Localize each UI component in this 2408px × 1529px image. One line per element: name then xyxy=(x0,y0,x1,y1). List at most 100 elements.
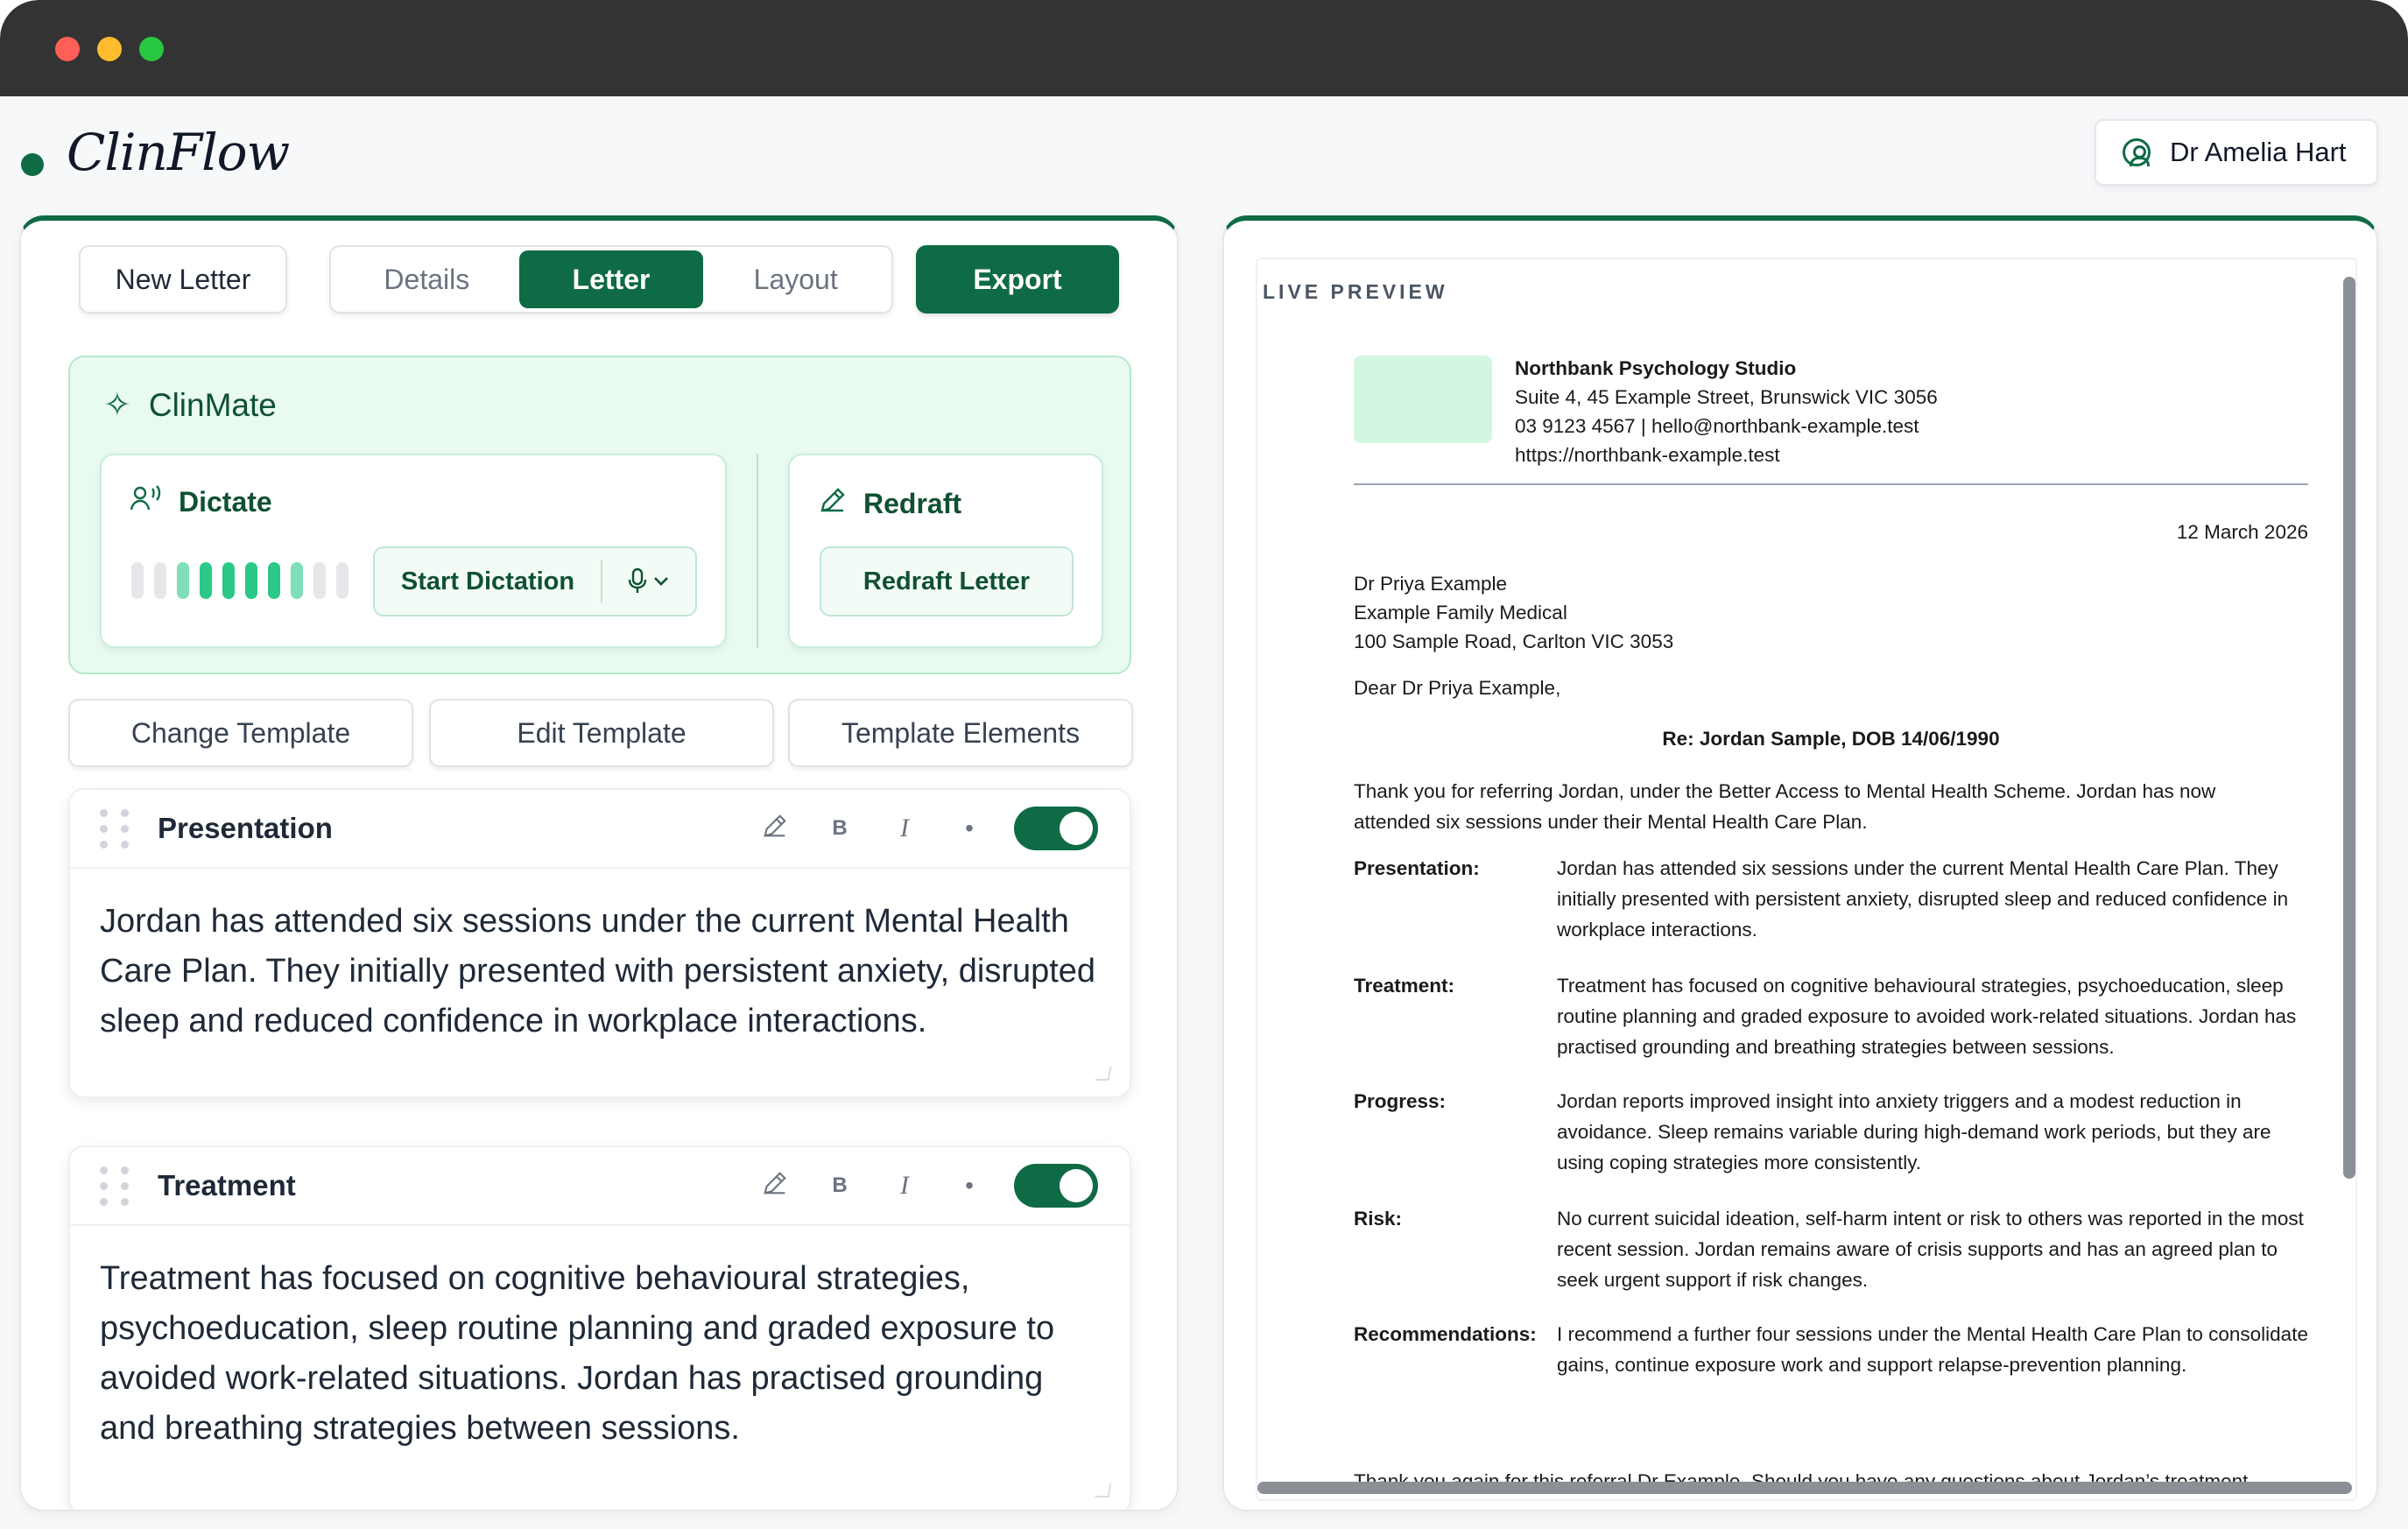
recipient-address: Dr Priya Example Example Family Medical … xyxy=(1354,569,1673,656)
section-text-editor[interactable]: Treatment has focused on cognitive behav… xyxy=(70,1226,1130,1454)
redraft-card: Redraft Redraft Letter xyxy=(788,454,1103,648)
letterhead: Northbank Psychology Studio Suite 4, 45 … xyxy=(1515,354,1938,469)
user-menu-button[interactable]: Dr Amelia Hart xyxy=(2095,119,2378,186)
org-name: Northbank Psychology Studio xyxy=(1515,357,1797,379)
new-letter-button[interactable]: New Letter xyxy=(79,245,287,314)
section-title: Treatment xyxy=(158,1169,296,1201)
org-contact: 03 9123 4567 | hello@northbank-example.t… xyxy=(1515,415,1919,437)
letterhead-logo-placeholder xyxy=(1354,356,1492,443)
bold-button[interactable]: B xyxy=(807,1173,872,1198)
dictate-title: Dictate xyxy=(179,485,272,518)
chevron-down-icon xyxy=(654,577,668,586)
letter-date: 12 March 2026 xyxy=(2176,521,2308,543)
letter-preview: LIVE PREVIEW Northbank Psychology Studio… xyxy=(1256,257,2357,1501)
microphone-dropdown[interactable] xyxy=(602,567,695,595)
italic-button[interactable]: I xyxy=(872,1171,937,1201)
row-text: Jordan has attended six sessions under t… xyxy=(1557,857,2289,941)
export-button[interactable]: Export xyxy=(916,245,1119,314)
card-divider xyxy=(757,454,758,648)
level-bar xyxy=(200,562,212,599)
sparkle-icon: ✧ xyxy=(103,387,131,424)
section-enabled-toggle[interactable] xyxy=(1014,1164,1098,1208)
clinmate-title: ClinMate xyxy=(148,386,277,423)
start-dictation-label: Start Dictation xyxy=(400,567,575,595)
preview-panel: LIVE PREVIEW Northbank Psychology Studio… xyxy=(1222,215,2378,1511)
resize-handle-icon[interactable] xyxy=(1095,1483,1112,1497)
letter-row-treatment: Treatment: Treatment has focused on cogn… xyxy=(1354,970,2308,1062)
view-tabs: Details Letter Layout xyxy=(329,245,893,314)
recipient-street: 100 Sample Road, Carlton VIC 3053 xyxy=(1354,631,1674,652)
level-bar xyxy=(336,562,349,599)
row-label: Progress: xyxy=(1354,1090,1447,1112)
drag-handle-icon[interactable] xyxy=(100,1166,130,1207)
section-treatment: Treatment B I • Treatment has focused on… xyxy=(68,1145,1131,1510)
org-website: https://northbank-example.test xyxy=(1515,444,1780,466)
bullet-list-button[interactable]: • xyxy=(937,814,1002,842)
level-bar xyxy=(177,562,189,599)
horizontal-scrollbar[interactable] xyxy=(1257,1482,2352,1494)
clinmate-panel: ✧ ClinMate Dictate Start Dictation Redra… xyxy=(68,356,1131,674)
letter-row-presentation: Presentation: Jordan has attended six se… xyxy=(1354,853,2308,945)
section-title: Presentation xyxy=(158,812,333,844)
dictate-header: Dictate xyxy=(130,485,272,518)
section-header: Treatment B I • xyxy=(70,1147,1130,1226)
format-toolbar: B I • xyxy=(743,1164,1098,1208)
resize-handle-icon[interactable] xyxy=(1095,1067,1112,1081)
section-enabled-toggle[interactable] xyxy=(1014,807,1098,850)
maximize-window-button[interactable] xyxy=(139,37,164,61)
letterhead-divider xyxy=(1354,483,2308,485)
intro-paragraph: Thank you for referring Jordan, under th… xyxy=(1354,780,2216,833)
level-bar xyxy=(245,562,257,599)
close-window-button[interactable] xyxy=(55,37,80,61)
change-template-button[interactable]: Change Template xyxy=(68,699,413,767)
live-preview-label: LIVE PREVIEW xyxy=(1263,280,1448,303)
edit-template-button[interactable]: Edit Template xyxy=(429,699,774,767)
tab-letter[interactable]: Letter xyxy=(518,250,704,308)
level-bar xyxy=(268,562,280,599)
italic-button[interactable]: I xyxy=(872,814,937,843)
drag-handle-icon[interactable] xyxy=(100,809,130,849)
app-window: ClinFlow Dr Amelia Hart New Letter Detai… xyxy=(0,0,2408,1529)
redraft-header: Redraft xyxy=(818,485,961,522)
org-address: Suite 4, 45 Example Street, Brunswick VI… xyxy=(1515,386,1938,408)
salutation: Dear Dr Priya Example, xyxy=(1354,677,1561,699)
letter-row-recommendations: Recommendations: I recommend a further f… xyxy=(1354,1319,2308,1380)
redraft-letter-button[interactable]: Redraft Letter xyxy=(820,546,1074,617)
user-name: Dr Amelia Hart xyxy=(2170,137,2347,167)
start-dictation-button[interactable]: Start Dictation xyxy=(373,546,697,617)
level-bar xyxy=(222,562,235,599)
section-presentation: Presentation B I • Jordan has attended s… xyxy=(68,788,1131,1098)
edit-pencil-icon[interactable] xyxy=(743,812,807,846)
section-text-editor[interactable]: Jordan has attended six sessions under t… xyxy=(70,869,1130,1046)
recipient-name: Dr Priya Example xyxy=(1354,573,1508,595)
redraft-title: Redraft xyxy=(863,487,962,519)
row-label: Recommendations: xyxy=(1354,1323,1537,1345)
row-label: Risk: xyxy=(1354,1208,1403,1230)
microphone-icon xyxy=(628,567,647,593)
bullet-list-button[interactable]: • xyxy=(937,1172,1002,1200)
vertical-scrollbar[interactable] xyxy=(2343,277,2355,1179)
bold-button[interactable]: B xyxy=(807,816,872,841)
row-text: Treatment has focused on cognitive behav… xyxy=(1557,975,2297,1058)
level-bar xyxy=(131,562,144,599)
level-bar xyxy=(313,562,326,599)
letter-row-risk: Risk: No current suicidal ideation, self… xyxy=(1354,1203,2308,1295)
row-text: I recommend a further four sessions unde… xyxy=(1557,1323,2308,1376)
level-bar xyxy=(154,562,166,599)
minimize-window-button[interactable] xyxy=(97,37,122,61)
tab-layout[interactable]: Layout xyxy=(703,250,888,308)
edit-pencil-icon[interactable] xyxy=(743,1169,807,1203)
title-bar xyxy=(0,0,2408,96)
recipient-practice: Example Family Medical xyxy=(1354,602,1567,624)
template-elements-button[interactable]: Template Elements xyxy=(788,699,1133,767)
format-toolbar: B I • xyxy=(743,807,1098,850)
editor-panel: New Letter Details Letter Layout Export … xyxy=(19,215,1179,1511)
tab-details[interactable]: Details xyxy=(334,250,519,308)
row-label: Presentation: xyxy=(1354,857,1480,879)
brand-status-dot xyxy=(21,153,44,176)
voice-user-icon xyxy=(130,485,163,518)
letter-row-progress: Progress: Jordan reports improved insigh… xyxy=(1354,1086,2308,1178)
user-circle-icon xyxy=(2123,138,2151,166)
brand-logo: ClinFlow xyxy=(67,123,290,182)
re-line: Re: Jordan Sample, DOB 14/06/1990 xyxy=(1662,728,2000,750)
